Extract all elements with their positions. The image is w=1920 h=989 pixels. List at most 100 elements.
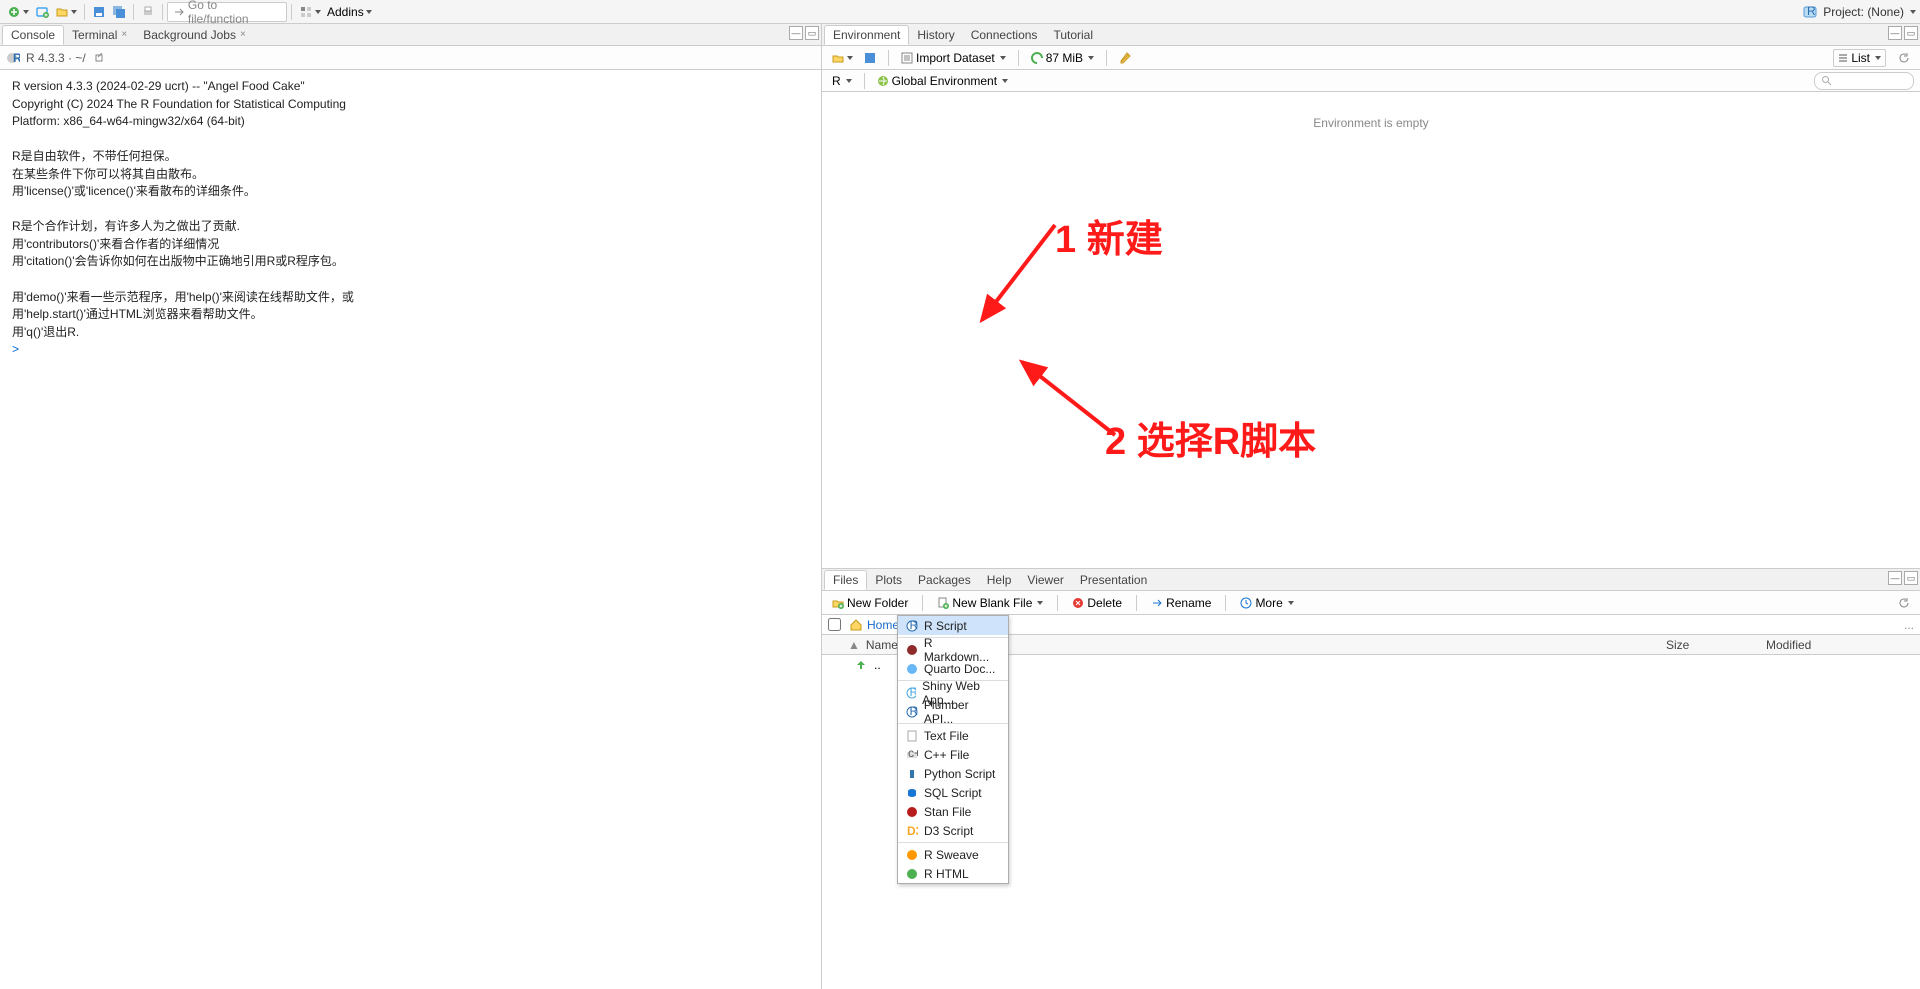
- col-modified[interactable]: Modified: [1760, 638, 1920, 652]
- new-folder-button[interactable]: New Folder: [828, 595, 912, 611]
- goto-arrow-icon: [174, 7, 184, 17]
- memory-usage[interactable]: 87 MiB: [1027, 50, 1098, 66]
- environment-pane: Environment History Connections Tutorial…: [822, 24, 1920, 569]
- r-logo-icon: R: [6, 51, 20, 65]
- tab-terminal[interactable]: Terminal×: [64, 25, 135, 45]
- tab-plots[interactable]: Plots: [867, 570, 910, 590]
- breadcrumb-more-icon[interactable]: ...: [1904, 618, 1914, 632]
- new-file-icon[interactable]: [4, 2, 32, 22]
- breadcrumb-home[interactable]: Home: [867, 618, 899, 632]
- close-icon[interactable]: ×: [240, 29, 246, 40]
- import-dataset-button[interactable]: Import Dataset: [897, 50, 1010, 66]
- separator: [84, 4, 85, 20]
- dropdown-item-d3[interactable]: D3D3 Script: [898, 821, 1008, 840]
- right-pane: Environment History Connections Tutorial…: [822, 24, 1920, 989]
- files-toolbar: New Folder New Blank File Delete Rename …: [822, 591, 1920, 615]
- open-file-icon[interactable]: [52, 2, 80, 22]
- save-workspace-icon[interactable]: [860, 48, 880, 68]
- minimize-pane-icon[interactable]: —: [1888, 571, 1902, 585]
- separator: [888, 50, 889, 66]
- dropdown-item-rhtml[interactable]: R HTML: [898, 864, 1008, 883]
- minimize-pane-icon[interactable]: —: [789, 26, 803, 40]
- home-icon[interactable]: [849, 618, 863, 632]
- separator: [1136, 595, 1137, 611]
- print-icon[interactable]: [138, 2, 158, 22]
- pane-controls: — ▭: [1888, 571, 1918, 585]
- goto-input[interactable]: Go to file/function: [167, 2, 287, 22]
- files-pane: Files Plots Packages Help Viewer Present…: [822, 569, 1920, 989]
- svg-text:R: R: [910, 706, 918, 718]
- dropdown-item-textfile[interactable]: Text File: [898, 726, 1008, 745]
- tab-background-jobs[interactable]: Background Jobs×: [135, 25, 254, 45]
- language-scope[interactable]: R: [828, 73, 856, 89]
- env-scope-bar: R Global Environment: [822, 70, 1920, 92]
- separator: [864, 73, 865, 89]
- environment-scope[interactable]: Global Environment: [873, 73, 1012, 89]
- new-blank-file-button[interactable]: New Blank File: [933, 595, 1047, 611]
- dropdown-item-rscript[interactable]: RR Script: [898, 616, 1008, 635]
- col-name[interactable]: Name: [866, 638, 898, 652]
- svg-text:R: R: [910, 620, 919, 632]
- r-version-label[interactable]: R 4.3.3 · ~/: [26, 51, 86, 65]
- minimize-pane-icon[interactable]: —: [1888, 26, 1902, 40]
- dropdown-item-rsweave[interactable]: R Sweave: [898, 845, 1008, 864]
- tab-viewer[interactable]: Viewer: [1019, 570, 1071, 590]
- tab-presentation[interactable]: Presentation: [1072, 570, 1155, 590]
- separator: [1106, 50, 1107, 66]
- dropdown-item-cpp[interactable]: c++C++ File: [898, 745, 1008, 764]
- env-body: Environment is empty: [822, 92, 1920, 568]
- popout-icon[interactable]: [94, 53, 104, 63]
- console-subbar: R R 4.3.3 · ~/: [0, 46, 821, 70]
- dropdown-item-rmarkdown[interactable]: R Markdown...: [898, 640, 1008, 659]
- tab-console[interactable]: Console: [2, 25, 64, 45]
- save-all-icon[interactable]: [109, 2, 129, 22]
- save-icon[interactable]: [89, 2, 109, 22]
- console-prompt[interactable]: >: [12, 342, 22, 356]
- console-tabs: Console Terminal× Background Jobs× — ▭: [0, 24, 821, 46]
- load-workspace-icon[interactable]: [828, 48, 856, 68]
- main-area: Console Terminal× Background Jobs× — ▭ R…: [0, 24, 1920, 989]
- dropdown-item-plumber[interactable]: RPlumber API...: [898, 702, 1008, 721]
- more-button[interactable]: More: [1236, 595, 1297, 611]
- separator: [1018, 50, 1019, 66]
- separator: [922, 595, 923, 611]
- tab-connections[interactable]: Connections: [963, 25, 1046, 45]
- separator: [1225, 595, 1226, 611]
- tab-packages[interactable]: Packages: [910, 570, 979, 590]
- refresh-icon[interactable]: [1894, 593, 1914, 613]
- env-empty-label: Environment is empty: [1313, 116, 1428, 130]
- maximize-pane-icon[interactable]: ▭: [1904, 571, 1918, 585]
- tab-tutorial[interactable]: Tutorial: [1045, 25, 1101, 45]
- addins-menu[interactable]: Addins: [324, 2, 375, 22]
- dropdown-item-stan[interactable]: Stan File: [898, 802, 1008, 821]
- dropdown-item-quarto[interactable]: Quarto Doc...: [898, 659, 1008, 678]
- files-tabs: Files Plots Packages Help Viewer Present…: [822, 569, 1920, 591]
- new-project-icon[interactable]: [32, 2, 52, 22]
- env-tabs: Environment History Connections Tutorial…: [822, 24, 1920, 46]
- separator: [162, 4, 163, 20]
- delete-button[interactable]: Delete: [1068, 595, 1126, 611]
- grid-icon[interactable]: [296, 2, 324, 22]
- dropdown-item-sql[interactable]: SQL Script: [898, 783, 1008, 802]
- tab-environment[interactable]: Environment: [824, 25, 909, 45]
- rename-button[interactable]: Rename: [1147, 595, 1215, 611]
- maximize-pane-icon[interactable]: ▭: [805, 26, 819, 40]
- tab-history[interactable]: History: [909, 25, 962, 45]
- close-icon[interactable]: ×: [121, 29, 127, 40]
- console-output[interactable]: R version 4.3.3 (2024-02-29 ucrt) -- "An…: [0, 70, 821, 989]
- env-search-input[interactable]: [1814, 72, 1914, 90]
- clear-workspace-icon[interactable]: [1115, 48, 1135, 68]
- maximize-pane-icon[interactable]: ▭: [1904, 26, 1918, 40]
- tab-help[interactable]: Help: [979, 570, 1020, 590]
- separator: [1057, 595, 1058, 611]
- tab-files[interactable]: Files: [824, 570, 867, 590]
- pane-controls: — ▭: [1888, 26, 1918, 40]
- svg-text:R: R: [1807, 5, 1816, 18]
- select-all-checkbox[interactable]: [828, 618, 841, 631]
- view-mode-button[interactable]: List: [1833, 49, 1886, 67]
- col-size[interactable]: Size: [1660, 638, 1760, 652]
- project-selector[interactable]: RProject: (None): [1803, 5, 1916, 19]
- env-toolbar: Import Dataset 87 MiB List: [822, 46, 1920, 70]
- dropdown-item-python[interactable]: Python Script: [898, 764, 1008, 783]
- refresh-icon[interactable]: [1894, 48, 1914, 68]
